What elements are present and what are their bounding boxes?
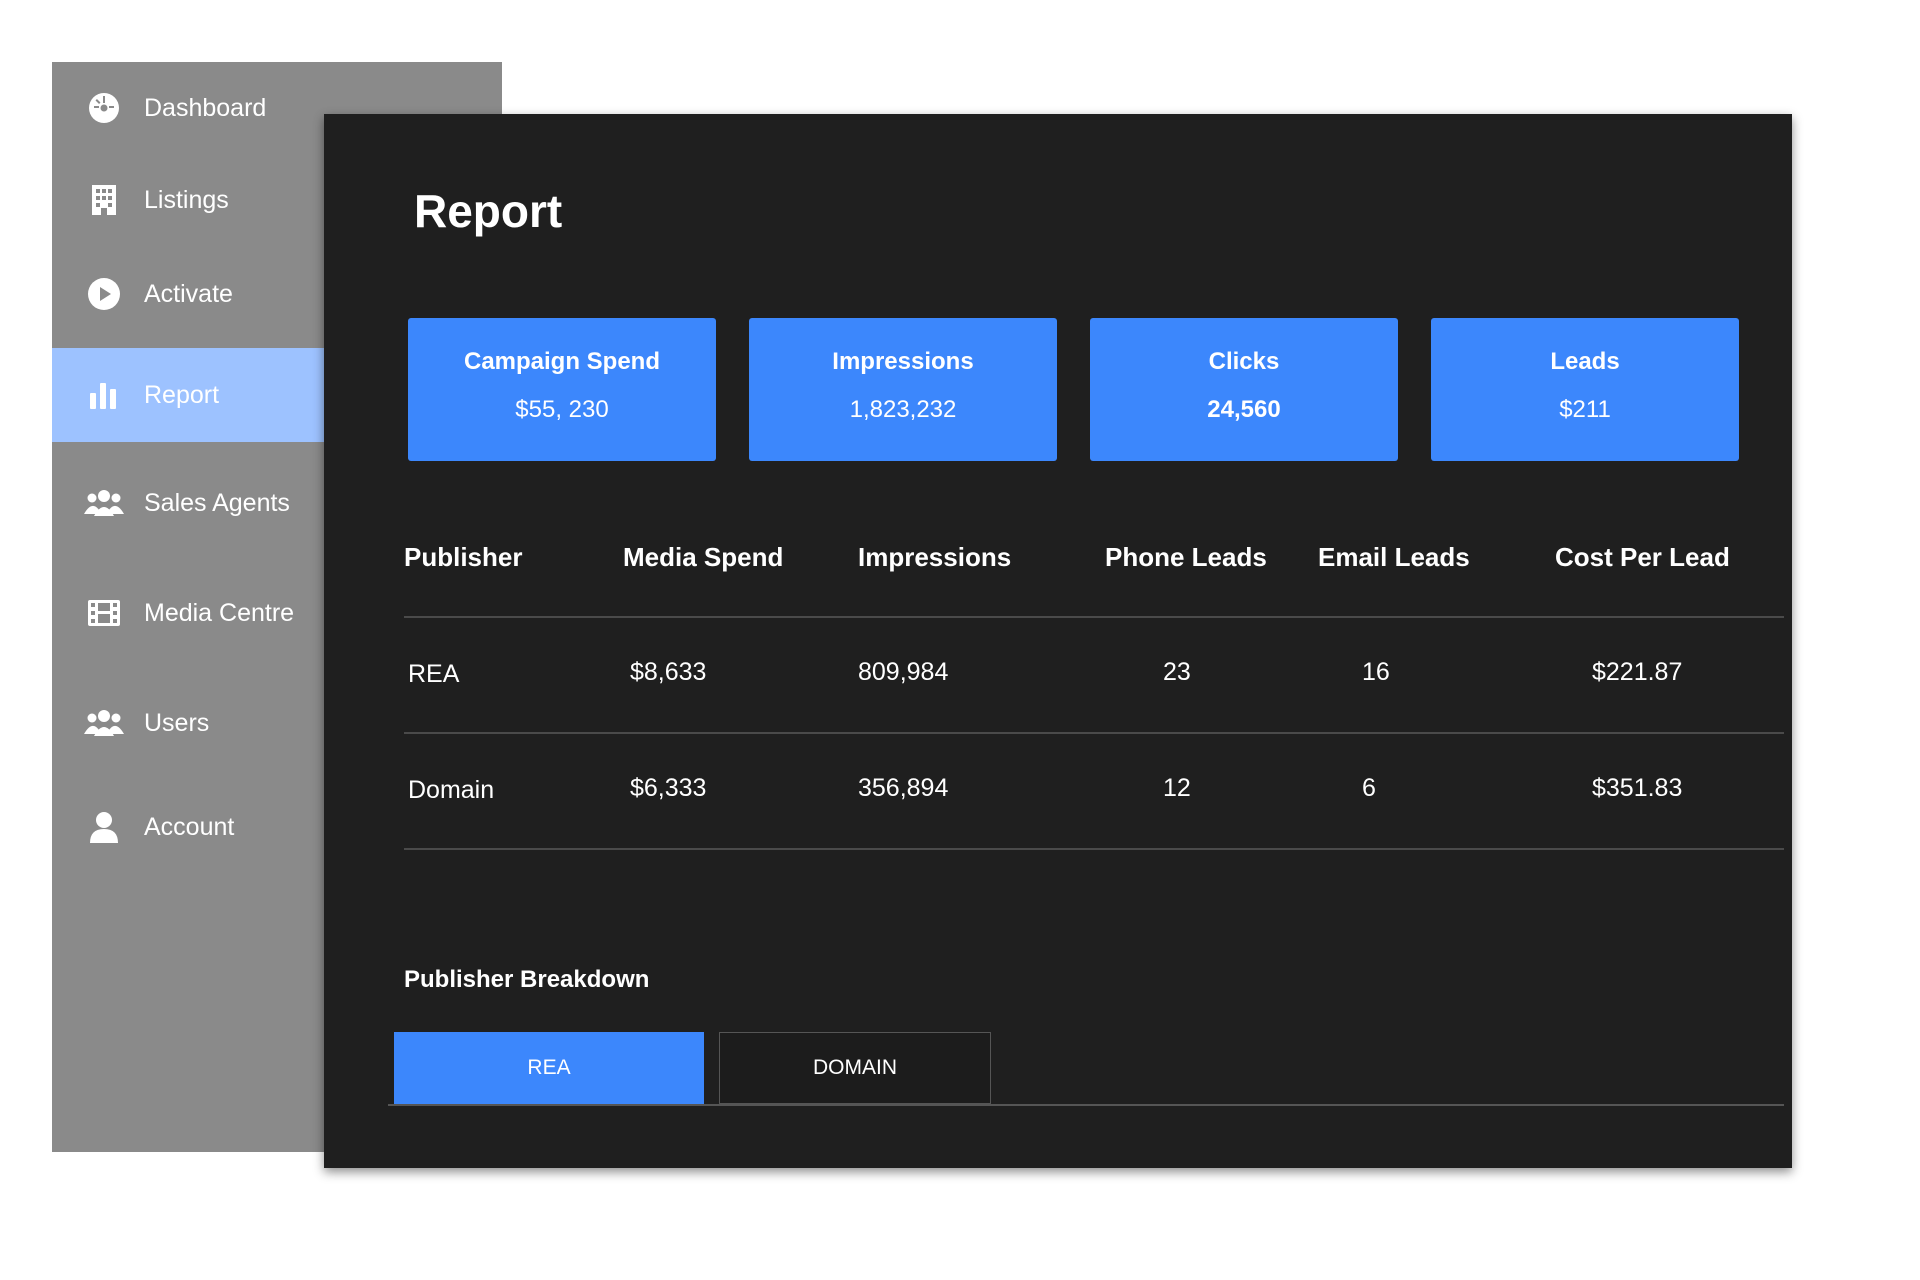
column-header-media-spend: Media Spend [623, 542, 784, 572]
column-header-email-leads: Email Leads [1318, 542, 1470, 572]
bar-chart-icon [84, 375, 124, 415]
sidebar-item-label: Media Centre [144, 598, 295, 627]
sidebar-item-label: Dashboard [144, 93, 267, 122]
tab-domain[interactable]: DOMAIN [719, 1032, 991, 1104]
impressions-card: Impressions 1,823,232 [749, 318, 1057, 461]
sidebar-item-label: Account [144, 812, 235, 841]
card-value: $211 [1559, 396, 1611, 423]
campaign-spend-card: Campaign Spend $55, 230 [408, 318, 716, 461]
table-divider [404, 848, 1784, 850]
column-header-publisher: Publisher [404, 542, 523, 572]
table-cell: 23 [1163, 658, 1191, 686]
table-divider [404, 616, 1784, 618]
users-icon [84, 703, 124, 743]
card-value: $55, 230 [515, 396, 609, 423]
card-value: 1,823,232 [849, 396, 957, 423]
page-title: Report [414, 185, 563, 237]
dashboard-icon [84, 88, 124, 128]
column-header-cost-per-lead: Cost Per Lead [1555, 542, 1730, 572]
table-cell: 356,894 [858, 774, 949, 802]
card-value: 24,560 [1207, 396, 1281, 423]
sidebar-item-label: Activate [144, 279, 233, 308]
table-cell: 16 [1362, 658, 1390, 686]
table-cell: 6 [1362, 774, 1376, 802]
table-cell: $221.87 [1592, 658, 1683, 686]
users-icon [84, 483, 124, 523]
table-cell: 809,984 [858, 658, 949, 686]
sidebar-item-label: Report [144, 380, 220, 409]
table-cell: REA [408, 660, 460, 688]
tabs-underline [388, 1104, 1784, 1106]
clicks-card: Clicks 24,560 [1090, 318, 1398, 461]
table-cell: $6,333 [630, 774, 707, 802]
column-header-phone-leads: Phone Leads [1105, 542, 1267, 572]
tab-rea[interactable]: REA [394, 1032, 704, 1104]
card-label: Impressions [832, 348, 974, 375]
card-label: Clicks [1208, 348, 1280, 375]
film-icon [84, 593, 124, 633]
table-divider [404, 732, 1784, 734]
sidebar-item-label: Listings [144, 185, 229, 214]
table-cell: $351.83 [1592, 774, 1683, 802]
report-panel: Report Campaign Spend $55, 230 Impressio… [324, 114, 1792, 1168]
play-icon [84, 274, 124, 314]
sidebar-item-label: Users [144, 708, 210, 737]
leads-card: Leads $211 [1431, 318, 1739, 461]
user-icon [84, 807, 124, 847]
table-cell: Domain [408, 776, 495, 804]
publisher-breakdown-title: Publisher Breakdown [404, 966, 650, 993]
card-label: Campaign Spend [463, 348, 661, 375]
table-cell: $8,633 [630, 658, 707, 686]
card-label: Leads [1550, 348, 1620, 375]
sidebar-item-label: Sales Agents [144, 488, 290, 517]
building-icon [84, 180, 124, 220]
table-cell: 12 [1163, 774, 1191, 802]
column-header-impressions: Impressions [858, 542, 1012, 572]
